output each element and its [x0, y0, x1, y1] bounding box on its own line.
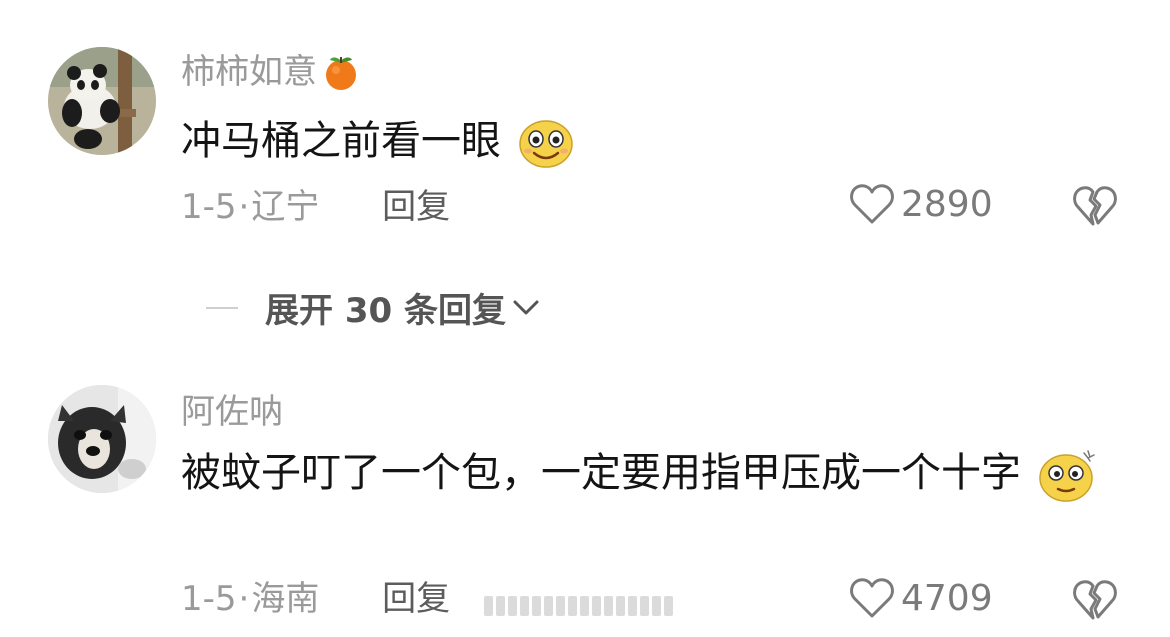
dislike-button[interactable]	[1072, 579, 1118, 625]
comment-meta: 1-5·辽宁 回复	[181, 187, 451, 227]
reply-button[interactable]: 回复	[382, 579, 450, 619]
comment-meta: 1-5·海南 回复	[181, 579, 451, 619]
username-text: 阿佐呐	[181, 392, 283, 432]
comment-location: 辽宁	[251, 187, 320, 227]
expand-replies-label: 展开 30 条回复	[265, 291, 506, 331]
comment-date: 1-5	[181, 579, 237, 619]
comment-item: 柿柿如意 冲马桶之前看一眼 1-5·辽宁 回复 2890 展开 30 条回复	[0, 0, 1170, 331]
watermark	[484, 596, 673, 616]
like-button[interactable]: 4709	[849, 577, 993, 619]
comment-location: 海南	[251, 579, 320, 619]
like-button[interactable]: 2890	[849, 183, 993, 225]
smiling-face-emoji	[518, 120, 573, 168]
expand-divider	[206, 306, 238, 309]
reply-button[interactable]: 回复	[382, 187, 450, 227]
comment-text-content: 冲马桶之前看一眼	[181, 118, 501, 164]
comment-date: 1-5	[181, 187, 237, 227]
dislike-button[interactable]	[1072, 185, 1118, 231]
comment-text: 被蚊子叮了一个包，一定要用指甲压成一个十字	[181, 442, 1101, 504]
username[interactable]: 阿佐呐	[181, 392, 283, 432]
heart-outline-icon	[850, 184, 894, 224]
avatar[interactable]	[48, 385, 156, 493]
like-count: 2890	[901, 183, 993, 225]
broken-heart-icon	[1073, 186, 1117, 226]
persimmon-emoji	[326, 57, 356, 90]
username[interactable]: 柿柿如意	[181, 52, 361, 92]
dazed-face-emoji	[1038, 450, 1095, 502]
like-count: 4709	[901, 577, 993, 619]
heart-outline-icon	[850, 578, 894, 618]
comment-item: 阿佐呐 被蚊子叮了一个包，一定要用指甲压成一个十字 1-5·海南 回复 4709	[0, 345, 1170, 637]
comment-text: 冲马桶之前看一眼	[181, 110, 1101, 172]
chevron-down-icon	[513, 300, 539, 314]
panda-avatar-image	[48, 47, 156, 155]
avatar[interactable]	[48, 47, 156, 155]
broken-heart-icon	[1073, 580, 1117, 620]
comment-text-content: 被蚊子叮了一个包，一定要用指甲压成一个十字	[181, 450, 1021, 496]
dog-avatar-image	[48, 385, 156, 493]
expand-replies-button[interactable]: 展开 30 条回复	[206, 283, 540, 332]
username-text: 柿柿如意	[181, 52, 317, 92]
